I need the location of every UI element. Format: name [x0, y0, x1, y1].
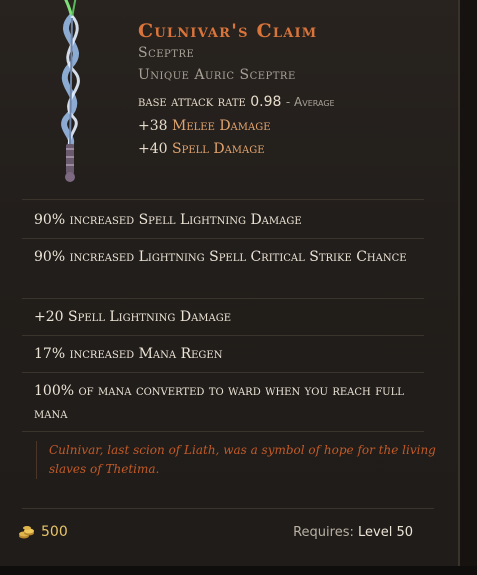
implicit-melee-damage: +38 Melee Damage: [138, 118, 271, 134]
item-name: Culnivar's Claim: [138, 20, 318, 42]
divider: [22, 335, 424, 336]
divider: [22, 298, 424, 299]
divider: [22, 508, 434, 509]
implicit-value: +40: [138, 141, 168, 157]
lore-text: Culnivar, last scion of Liath, was a sym…: [36, 441, 437, 479]
divider: [22, 372, 424, 373]
divider: [22, 431, 424, 432]
base-attack-rate-label: base attack rate: [138, 94, 246, 110]
item-subtype: Unique Auric Sceptre: [138, 67, 296, 83]
implicit-stat: Spell Damage: [172, 141, 265, 157]
implicit-spell-damage: +40 Spell Damage: [138, 141, 265, 157]
background-strip: [0, 566, 477, 575]
item-tooltip: Culnivar's Claim Sceptre Unique Auric Sc…: [0, 0, 460, 575]
affix-1: 90% increased Spell Lightning Damage: [34, 212, 302, 228]
implicit-value: +38: [138, 118, 168, 134]
base-attack-rate-note: - Average: [285, 95, 335, 109]
background-strip: [460, 0, 477, 575]
affix-5: 100% of mana converted to ward when you …: [34, 383, 404, 422]
sceptre-icon: [61, 0, 80, 182]
level-requirement: Requires: Level 50: [293, 525, 413, 540]
implicit-stat: Melee Damage: [172, 118, 271, 134]
affix-2: 90% increased Lightning Spell Critical S…: [34, 249, 407, 265]
base-attack-rate-value: 0.98: [250, 94, 282, 110]
gold-coin-icon: [19, 526, 34, 539]
affix-4: 17% increased Mana Regen: [34, 346, 223, 362]
affix-3: +20 Spell Lightning Damage: [34, 309, 232, 325]
requires-level: Level 50: [358, 525, 413, 540]
gold-value: 500: [18, 524, 68, 540]
gold-amount: 500: [41, 524, 68, 540]
base-attack-rate: base attack rate 0.98 - Average: [138, 94, 335, 110]
divider: [22, 199, 424, 200]
item-type: Sceptre: [138, 45, 195, 61]
divider: [22, 238, 424, 239]
requires-label: Requires:: [293, 525, 354, 540]
